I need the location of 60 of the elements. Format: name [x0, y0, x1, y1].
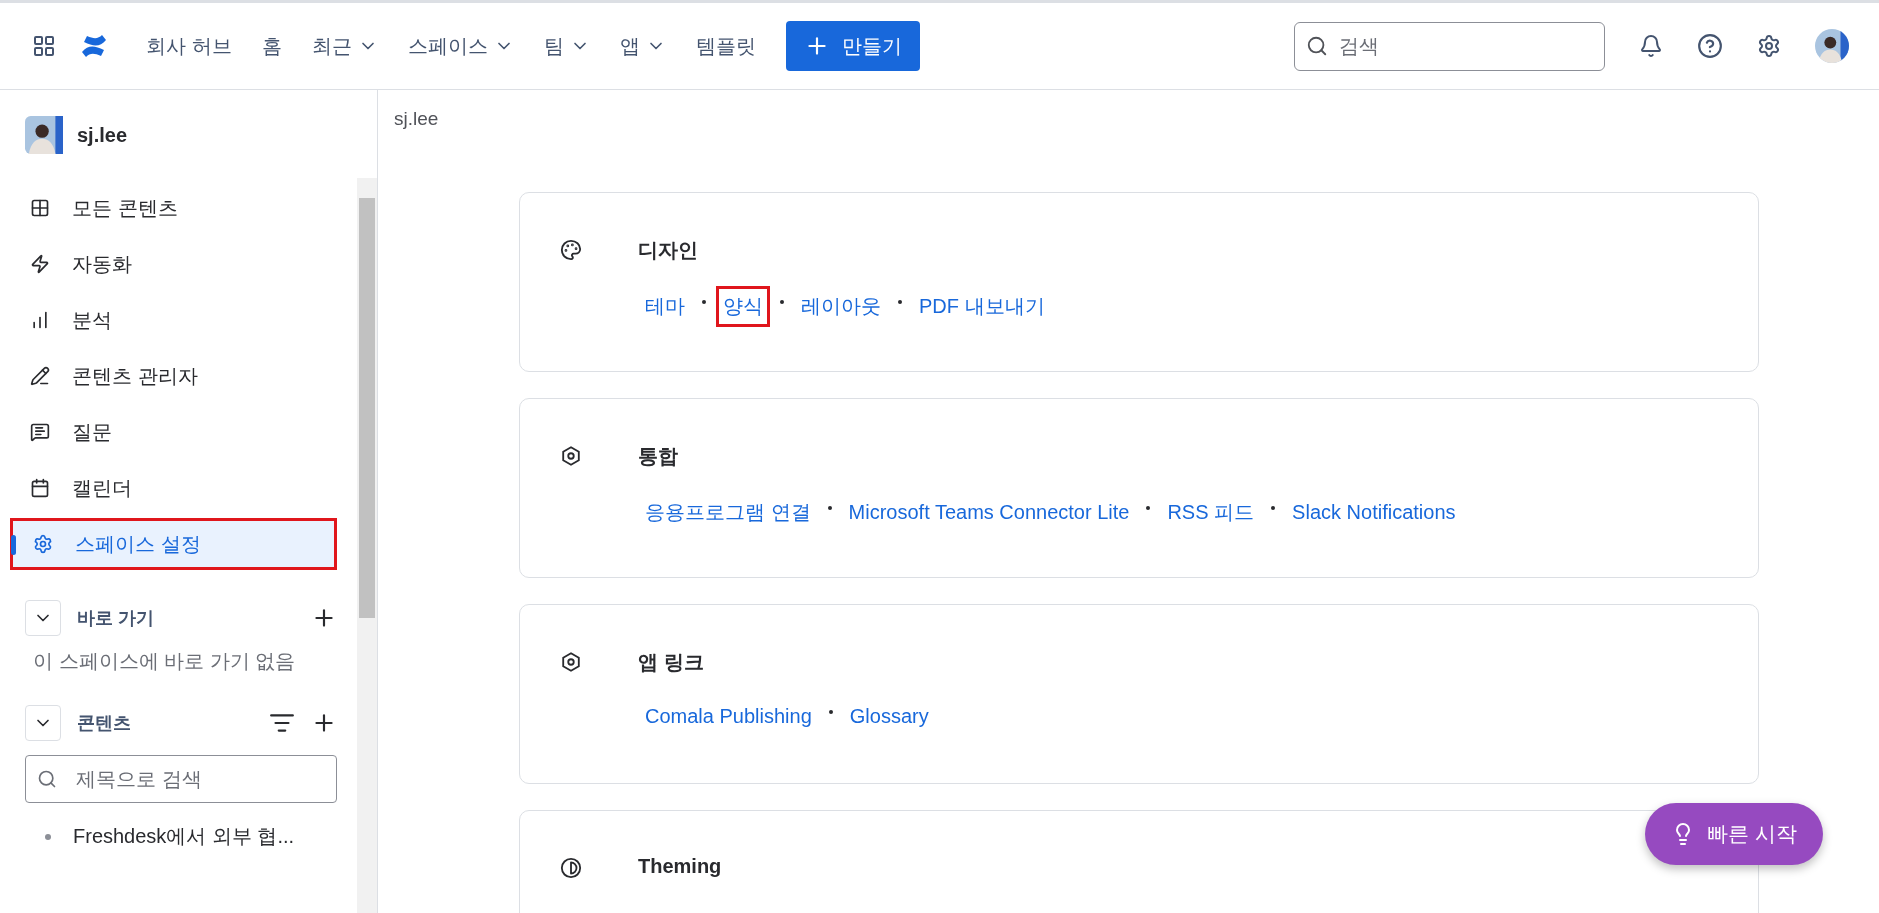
- palette-icon: [560, 239, 582, 261]
- calendar-icon: [30, 478, 50, 498]
- sidebar-item[interactable]: 캘린더: [10, 462, 337, 514]
- scrollbar[interactable]: [357, 178, 377, 913]
- nav-menu-item[interactable]: 스페이스: [397, 26, 524, 66]
- grid-icon: [30, 198, 50, 218]
- message-icon: [30, 422, 50, 442]
- settings-link[interactable]: 레이아웃: [794, 286, 888, 327]
- space-avatar[interactable]: [25, 116, 63, 154]
- help-icon[interactable]: [1697, 33, 1723, 59]
- sidebar-item[interactable]: 자동화: [10, 238, 337, 290]
- nav-menu-item[interactable]: 템플릿: [685, 26, 766, 66]
- hexagon-icon: [560, 651, 582, 673]
- empty-message: 이 스페이스에 바로 가기 없음: [32, 649, 297, 674]
- scrollbar-thumb[interactable]: [359, 198, 375, 618]
- sidebar-item[interactable]: 분석: [10, 294, 337, 346]
- settings-link[interactable]: RSS 피드: [1160, 492, 1262, 533]
- sidebar-item[interactable]: 모든 콘텐츠: [10, 182, 337, 234]
- card-title: 디자인: [638, 238, 699, 263]
- lightning-icon: [30, 254, 50, 274]
- search-field[interactable]: 검색: [1294, 21, 1605, 71]
- title-search-field[interactable]: 제목으로 검색: [25, 755, 337, 803]
- pencil-icon: [30, 366, 50, 386]
- sidebar-item[interactable]: 질문: [10, 406, 337, 458]
- settings-link[interactable]: Glossary: [842, 698, 936, 735]
- card-title: Theming: [638, 855, 722, 878]
- settings-link[interactable]: 테마: [638, 286, 692, 327]
- settings-link[interactable]: 응용프로그램 연결: [638, 492, 818, 533]
- space-name: sj.lee: [77, 123, 128, 147]
- bar-chart-icon: [30, 310, 50, 330]
- hexagon-icon: [560, 445, 582, 467]
- section-title: 바로 가기: [77, 607, 155, 630]
- notifications-icon[interactable]: [1639, 34, 1663, 58]
- contrast-icon: [560, 857, 582, 879]
- settings-link[interactable]: Slack Notifications: [1285, 494, 1463, 531]
- sidebar-item[interactable]: 스페이스 설정: [10, 518, 337, 570]
- settings-link[interactable]: Comala Publishing: [638, 698, 819, 735]
- page-tree-item[interactable]: Freshdesk에서 외부 협...: [10, 803, 295, 850]
- search-icon: [37, 769, 57, 789]
- logo-icon[interactable]: [80, 32, 108, 60]
- settings-link[interactable]: 양식: [716, 286, 770, 327]
- section-title: 콘텐츠: [77, 712, 132, 735]
- settings-icon[interactable]: [1757, 34, 1781, 58]
- search-icon: [1306, 35, 1328, 57]
- card-title: 통합: [638, 444, 679, 469]
- sidebar-item[interactable]: 콘텐츠 관리자: [10, 350, 337, 402]
- avatar[interactable]: [1815, 29, 1849, 63]
- settings-icon: [33, 534, 53, 554]
- nav-menu-item[interactable]: 팀: [533, 26, 600, 66]
- card-title: 앱 링크: [638, 650, 705, 675]
- app-switcher-icon[interactable]: [32, 34, 56, 58]
- quick-start-button[interactable]: 빠른 시작: [1645, 803, 1823, 865]
- nav-menu-item[interactable]: 앱: [609, 26, 676, 66]
- nav-menu-item[interactable]: 회사 허브: [136, 26, 242, 66]
- nav-menu-item[interactable]: 홈: [251, 26, 292, 66]
- create-button[interactable]: 만들기: [785, 21, 920, 71]
- settings-link[interactable]: PDF 내보내기: [912, 286, 1052, 327]
- breadcrumb[interactable]: sj.lee: [394, 108, 439, 129]
- nav-menu-item[interactable]: 최근: [301, 26, 388, 66]
- settings-link[interactable]: Microsoft Teams Connector Lite: [841, 494, 1137, 531]
